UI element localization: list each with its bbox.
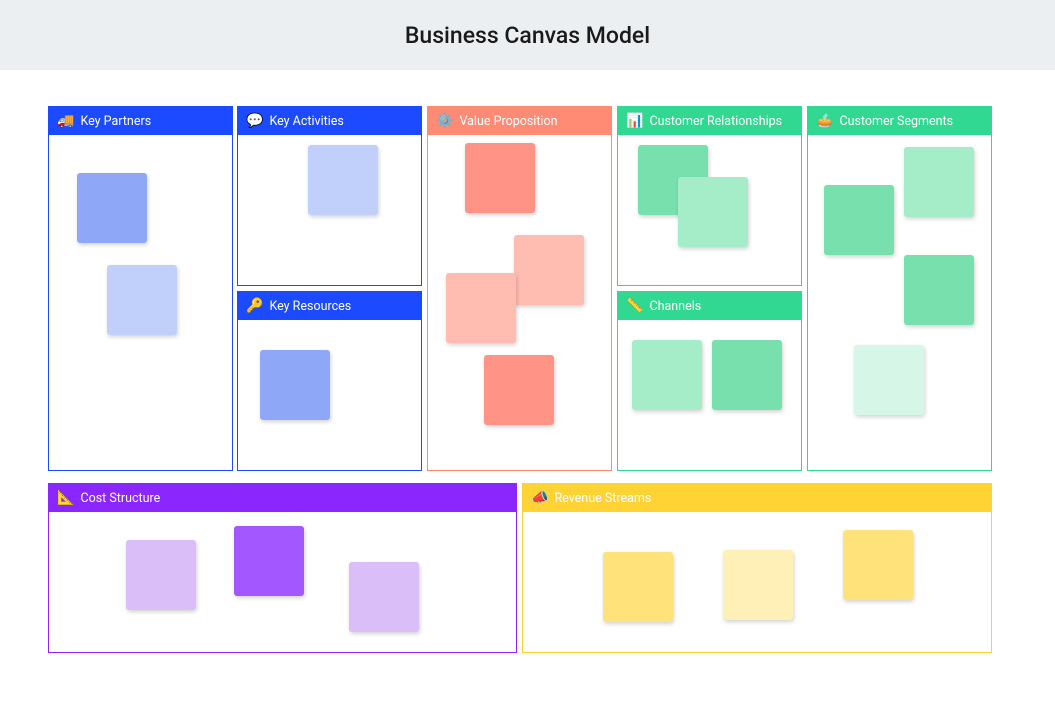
section-title-key-partners: Key Partners — [80, 114, 151, 129]
sticky-note[interactable] — [77, 173, 147, 243]
sticky-note[interactable] — [824, 185, 894, 255]
sticky-note[interactable] — [854, 345, 924, 415]
section-body-key-partners — [49, 135, 232, 470]
sticky-note[interactable] — [349, 562, 419, 632]
section-header-key-partners: 🚚 Key Partners — [49, 107, 232, 135]
section-body-cost-structure — [49, 512, 516, 652]
sticky-note[interactable] — [465, 143, 535, 213]
section-title-cost-structure: Cost Structure — [80, 491, 160, 506]
gear-icon: ⚙️ — [436, 114, 453, 128]
section-channels[interactable]: 📏 Channels — [617, 291, 802, 471]
section-title-key-resources: Key Resources — [269, 299, 351, 314]
key-icon: 🔑 — [246, 299, 263, 313]
section-title-revenue-streams: Revenue Streams — [554, 491, 651, 506]
section-header-value-proposition: ⚙️ Value Proposition — [428, 107, 611, 135]
section-header-revenue-streams: 📣 Revenue Streams — [523, 484, 991, 512]
page-header: Business Canvas Model — [0, 0, 1055, 70]
section-body-channels — [618, 320, 801, 470]
sticky-note[interactable] — [234, 526, 304, 596]
sticky-note[interactable] — [446, 273, 516, 343]
sticky-note[interactable] — [603, 552, 673, 622]
sticky-note[interactable] — [126, 540, 196, 610]
pie-chart-icon: 🥧 — [816, 114, 833, 128]
section-body-revenue-streams — [523, 512, 991, 652]
sticky-note[interactable] — [843, 530, 913, 600]
section-title-customer-segments: Customer Segments — [839, 114, 953, 129]
sticky-note[interactable] — [678, 177, 748, 247]
section-body-customer-relationships — [618, 135, 801, 285]
section-revenue-streams[interactable]: 📣 Revenue Streams — [522, 483, 992, 653]
section-header-customer-segments: 🥧 Customer Segments — [808, 107, 991, 135]
sticky-note[interactable] — [904, 255, 974, 325]
section-customer-relationships[interactable]: 📊 Customer Relationships — [617, 106, 802, 286]
megaphone-icon: 📣 — [531, 491, 548, 505]
section-key-activities[interactable]: 💬 Key Activities — [237, 106, 422, 286]
section-header-cost-structure: 📐 Cost Structure — [49, 484, 516, 512]
section-body-key-resources — [238, 320, 421, 470]
sticky-note[interactable] — [260, 350, 330, 420]
sticky-note[interactable] — [514, 235, 584, 305]
section-body-key-activities — [238, 135, 421, 285]
section-title-channels: Channels — [649, 299, 701, 314]
canvas-area: 🚚 Key Partners 💬 Key Activities 🔑 Key Re… — [0, 70, 1055, 126]
section-header-customer-relationships: 📊 Customer Relationships — [618, 107, 801, 135]
sticky-note[interactable] — [712, 340, 782, 410]
triangle-ruler-icon: 📐 — [57, 491, 74, 505]
section-title-value-proposition: Value Proposition — [459, 114, 557, 129]
section-value-proposition[interactable]: ⚙️ Value Proposition — [427, 106, 612, 471]
page-title: Business Canvas Model — [405, 22, 650, 49]
section-header-key-resources: 🔑 Key Resources — [238, 292, 421, 320]
section-title-customer-relationships: Customer Relationships — [649, 114, 782, 129]
section-cost-structure[interactable]: 📐 Cost Structure — [48, 483, 517, 653]
sticky-note[interactable] — [723, 550, 793, 620]
sticky-note[interactable] — [308, 145, 378, 215]
ruler-icon: 📏 — [626, 299, 643, 313]
section-body-value-proposition — [428, 135, 611, 470]
bar-chart-icon: 📊 — [626, 114, 643, 128]
section-body-customer-segments — [808, 135, 991, 470]
section-header-channels: 📏 Channels — [618, 292, 801, 320]
truck-icon: 🚚 — [57, 114, 74, 128]
section-title-key-activities: Key Activities — [269, 114, 343, 129]
sticky-note[interactable] — [484, 355, 554, 425]
sticky-note[interactable] — [107, 265, 177, 335]
sticky-note[interactable] — [632, 340, 702, 410]
section-header-key-activities: 💬 Key Activities — [238, 107, 421, 135]
section-key-partners[interactable]: 🚚 Key Partners — [48, 106, 233, 471]
sticky-note[interactable] — [904, 147, 974, 217]
speech-icon: 💬 — [246, 114, 263, 128]
section-customer-segments[interactable]: 🥧 Customer Segments — [807, 106, 992, 471]
section-key-resources[interactable]: 🔑 Key Resources — [237, 291, 422, 471]
